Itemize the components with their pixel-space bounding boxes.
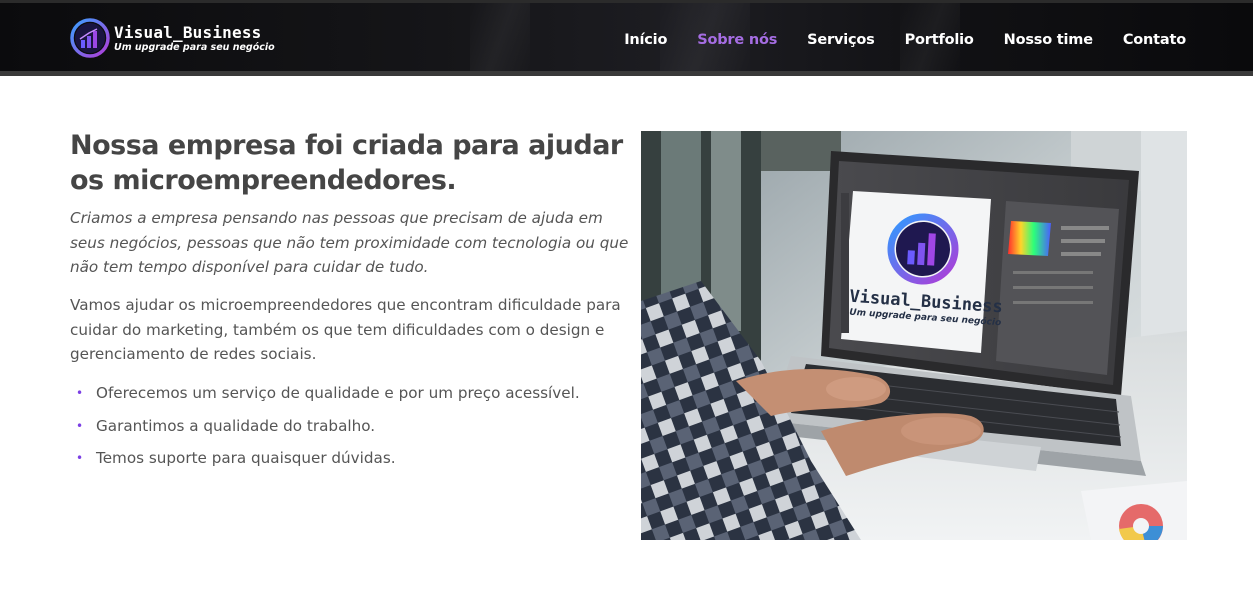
feature-text: Garantimos a qualidade do trabalho. bbox=[96, 416, 376, 435]
brand-tagline: Um upgrade para seu negócio bbox=[114, 41, 275, 53]
nav-item-nosso-time[interactable]: Nosso time bbox=[1004, 32, 1093, 48]
brand-logo[interactable]: Visual_Business Um upgrade para seu negó… bbox=[70, 18, 275, 58]
header-decor bbox=[470, 3, 530, 71]
feature-text: Temos suporte para quaisquer dúvidas. bbox=[96, 449, 396, 467]
features-list: • Oferecemos um serviço de qualidade e p… bbox=[70, 381, 630, 479]
about-title: Nossa empresa foi criada para ajudar os … bbox=[70, 130, 623, 196]
nav-item-contato[interactable]: Contato bbox=[1123, 32, 1186, 48]
nav-item-sobre-nos[interactable]: Sobre nós bbox=[697, 32, 777, 48]
feature-item: • Garantimos a qualidade do trabalho. bbox=[70, 414, 630, 447]
site-header: Visual_Business Um upgrade para seu negó… bbox=[0, 0, 1253, 76]
bullet-icon: • bbox=[76, 418, 84, 433]
nav-item-portfolio[interactable]: Portfolio bbox=[905, 32, 974, 48]
bullet-icon: • bbox=[76, 386, 84, 400]
main-nav: Início Sobre nós Serviços Portfolio Noss… bbox=[594, 32, 1186, 48]
nav-item-inicio[interactable]: Início bbox=[624, 32, 667, 48]
nav-item-servicos[interactable]: Serviços bbox=[807, 32, 875, 48]
about-body: Vamos ajudar os microempreendedores que … bbox=[70, 296, 621, 363]
logo-chart-icon bbox=[70, 18, 110, 58]
about-intro: Criamos a empresa pensando nas pessoas q… bbox=[70, 209, 629, 276]
laptop-photo: Visual_Business Um upgrade para seu negó… bbox=[641, 131, 1187, 540]
feature-item: • Temos suporte para quaisquer dúvidas. bbox=[70, 446, 630, 479]
brand-name: Visual_Business bbox=[114, 22, 262, 42]
bullet-icon: • bbox=[76, 451, 84, 465]
feature-item: • Oferecemos um serviço de qualidade e p… bbox=[70, 381, 630, 414]
about-hero-image: Visual_Business Um upgrade para seu negó… bbox=[641, 131, 1187, 540]
feature-text: Oferecemos um serviço de qualidade e por… bbox=[96, 384, 580, 402]
